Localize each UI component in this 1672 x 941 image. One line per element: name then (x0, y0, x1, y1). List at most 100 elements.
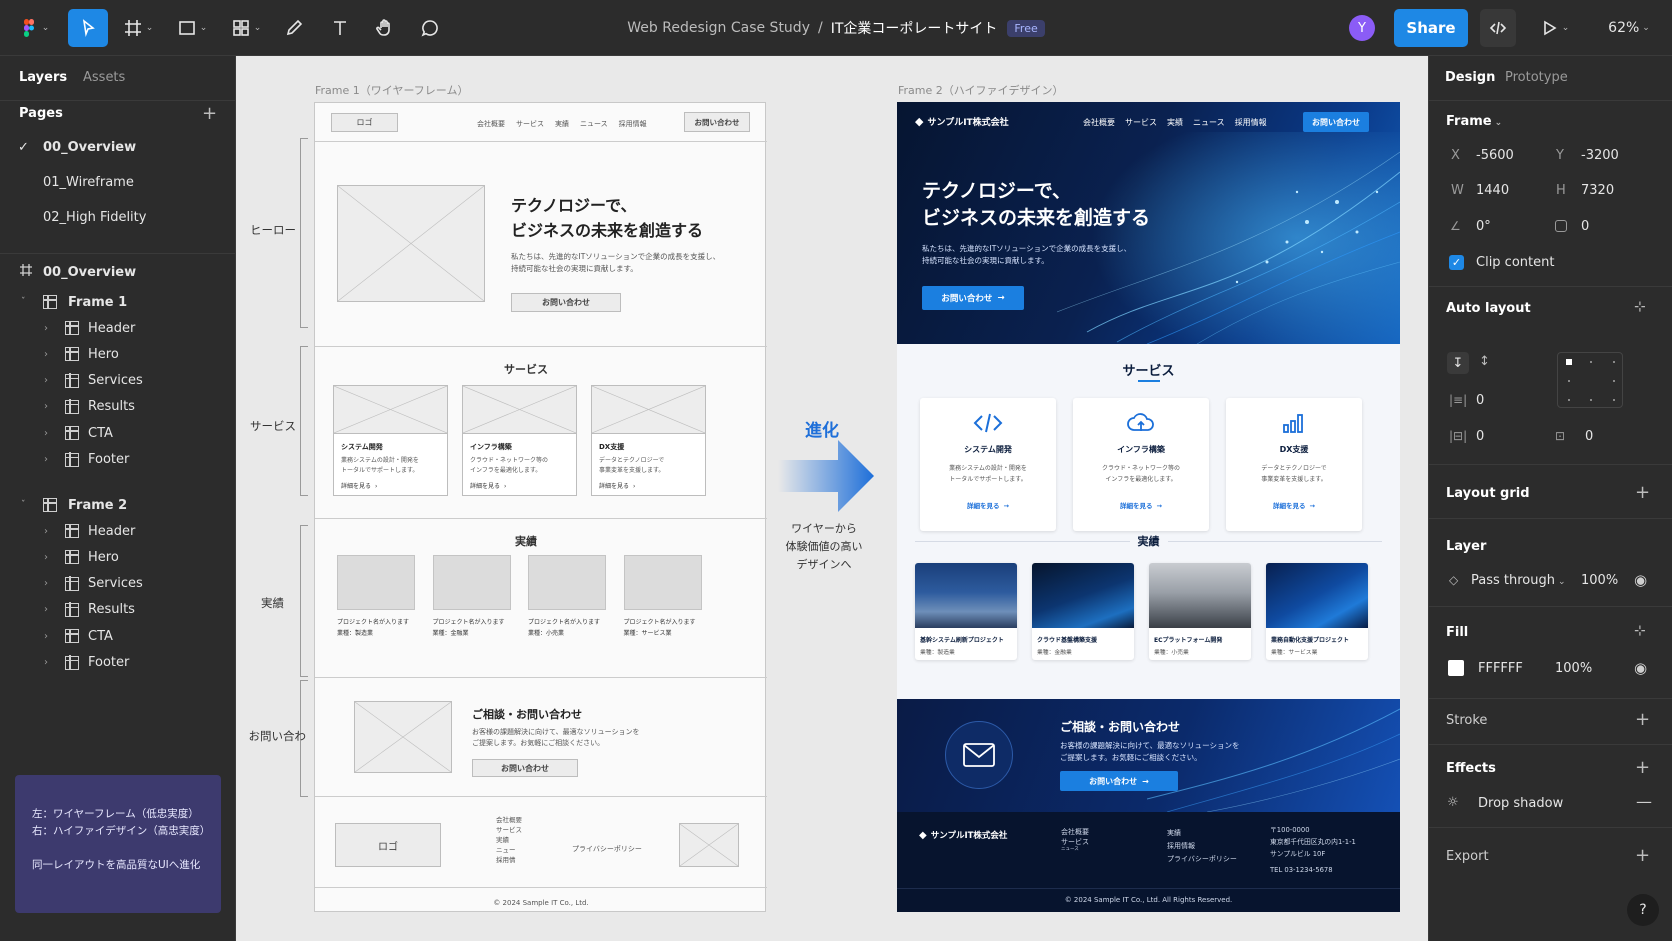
page-item-overview[interactable]: ✓ 00_Overview (0, 134, 236, 160)
padding-h-input[interactable]: 0 (1476, 429, 1484, 444)
hifi-result-card[interactable]: クラウド基盤構築支援 業種：金融業 (1032, 563, 1134, 660)
chevron-right-icon[interactable]: › (44, 349, 48, 360)
add-layout-grid-icon[interactable]: + (1635, 484, 1650, 502)
remove-effect-icon[interactable]: — (1636, 792, 1652, 811)
layer-item[interactable]: › Hero (0, 341, 236, 367)
wire-service-card[interactable]: インフラ構築 クラウド・ネットワーク等の インフラを最適化します。 詳細を見る › (462, 385, 577, 496)
hifi-cta-button[interactable]: お問い合わせ → (1060, 771, 1178, 791)
nav-link[interactable]: 実績 (1167, 117, 1183, 128)
text-tool-button[interactable] (324, 0, 356, 56)
chevron-right-icon[interactable]: › (44, 631, 48, 642)
radius-input[interactable]: 0 (1581, 219, 1589, 234)
layer-frame-2[interactable]: ˇ Frame 2 (0, 492, 236, 518)
layer-item[interactable]: › Services (0, 571, 236, 597)
layer-item[interactable]: › Footer (0, 447, 236, 473)
service-link[interactable]: 詳細を見る → (920, 500, 1056, 510)
nav-link[interactable]: 会社概要 (1083, 117, 1115, 128)
nav-link[interactable]: 実績 (555, 119, 569, 129)
blend-mode-dropdown[interactable]: Pass through ⌄ (1471, 573, 1566, 588)
footer-link[interactable]: サービス (496, 825, 522, 835)
rotation-input[interactable]: 0° (1476, 219, 1491, 234)
chevron-right-icon[interactable]: › (44, 323, 48, 334)
frame-tool-button[interactable]: ⌄ (118, 0, 158, 56)
footer-link[interactable]: 実績 (496, 835, 522, 845)
horizontal-direction-icon[interactable]: ↕ (1479, 354, 1490, 369)
hifi-hero-button[interactable]: お問い合わせ → (922, 286, 1024, 310)
nav-link[interactable]: 会社概要 (477, 119, 505, 129)
chevron-down-icon[interactable]: ˇ (21, 500, 26, 510)
chevron-right-icon[interactable]: › (44, 375, 48, 386)
nav-link[interactable]: サービス (516, 119, 544, 129)
layer-item[interactable]: › Services (0, 368, 236, 394)
chevron-right-icon[interactable]: › (44, 401, 48, 412)
eye-icon[interactable]: ◉ (1634, 659, 1647, 677)
chevron-right-icon[interactable]: › (44, 657, 48, 668)
padding-v-input[interactable]: 0 (1585, 429, 1593, 444)
add-export-icon[interactable]: + (1635, 847, 1650, 865)
frame-dropdown[interactable]: Frame ⌄ (1446, 114, 1502, 129)
zoom-control[interactable]: 62% ⌄ (1594, 0, 1664, 56)
chevron-right-icon[interactable]: › (44, 552, 48, 563)
layer-item[interactable]: › Results (0, 394, 236, 420)
add-stroke-icon[interactable]: + (1635, 711, 1650, 729)
layer-item[interactable]: › CTA (0, 623, 236, 649)
layer-frame-1[interactable]: ˇ Frame 1 (0, 289, 236, 315)
tab-layers[interactable]: Layers (19, 70, 67, 85)
hand-tool-button[interactable] (369, 0, 401, 56)
footer-link[interactable]: プライバシーポリシー (1167, 853, 1237, 866)
footer-link[interactable]: 会社概要 (496, 815, 522, 825)
hifi-result-card[interactable]: 業務自動化支援プロジェクト 業種：サービス業 (1266, 563, 1368, 660)
y-input[interactable]: -3200 (1581, 148, 1619, 163)
gap-input[interactable]: 0 (1476, 393, 1484, 408)
hifi-logo[interactable]: ◆ サンプルIT株式会社 (915, 115, 1009, 128)
layer-root-overview[interactable]: 00_Overview (0, 259, 236, 285)
auto-layout-settings-icon[interactable]: ⊹ (1634, 299, 1646, 315)
frame-1-label[interactable]: Frame 1（ワイヤーフレーム） (315, 82, 468, 98)
tab-prototype[interactable]: Prototype (1505, 70, 1568, 85)
hifi-result-card[interactable]: 基幹システム刷新プロジェクト 業種：製造業 (915, 563, 1017, 660)
layer-item[interactable]: › Results (0, 597, 236, 623)
canvas[interactable]: Frame 1（ワイヤーフレーム） Frame 2（ハイファイデザイン） ヒーロ… (236, 56, 1428, 941)
width-input[interactable]: 1440 (1476, 183, 1509, 198)
add-page-icon[interactable]: + (202, 105, 217, 123)
layer-item[interactable]: › Header (0, 518, 236, 544)
footer-link[interactable]: 採用情報 (1167, 840, 1237, 853)
present-button[interactable]: ⌄ (1536, 0, 1572, 56)
nav-link[interactable]: 採用情報 (1235, 117, 1267, 128)
wire-service-card[interactable]: システム開発 業務システムの設計・開発を トータルでサポートします。 詳細を見る › (333, 385, 448, 496)
move-tool-button[interactable] (68, 9, 108, 47)
footer-link[interactable]: 実績 (1167, 827, 1237, 840)
layer-item[interactable]: › Header (0, 315, 236, 341)
component-tool-button[interactable]: ⌄ (226, 0, 266, 56)
page-item-high-fidelity[interactable]: 02_High Fidelity (0, 204, 236, 230)
shape-tool-button[interactable]: ⌄ (172, 0, 212, 56)
hifi-service-card[interactable]: DX支援 データとテクノロジーで 事業変革を支援します。 詳細を見る → (1226, 398, 1362, 531)
eye-icon[interactable]: ◉ (1634, 571, 1647, 589)
height-input[interactable]: 7320 (1581, 183, 1614, 198)
clip-content-checkbox[interactable]: ✓ (1449, 255, 1464, 270)
drop-shadow-effect[interactable]: Drop shadow (1478, 796, 1563, 811)
hifi-result-card[interactable]: ECプラットフォーム開発 業種：小売業 (1149, 563, 1251, 660)
avatar[interactable]: Y (1349, 15, 1375, 41)
footer-privacy-link[interactable]: プライバシーポリシー (572, 844, 642, 854)
service-link[interactable]: 詳細を見る › (470, 481, 506, 490)
share-button[interactable]: Share (1394, 9, 1468, 47)
chevron-right-icon[interactable]: › (44, 604, 48, 615)
layer-opacity-input[interactable]: 100% (1581, 573, 1618, 588)
nav-link[interactable]: 採用情報 (619, 119, 647, 129)
chevron-right-icon[interactable]: › (44, 454, 48, 465)
comment-tool-button[interactable] (414, 0, 446, 56)
dev-mode-button[interactable] (1480, 9, 1516, 47)
file-name[interactable]: IT企業コーポレートサイト (831, 18, 998, 38)
footer-link[interactable]: ニュー (496, 845, 522, 855)
chevron-right-icon[interactable]: › (44, 526, 48, 537)
fill-hex-input[interactable]: FFFFFF (1478, 661, 1523, 676)
nav-link[interactable]: サービス (1125, 117, 1157, 128)
hifi-service-card[interactable]: システム開発 業務システムの設計・開発を トータルでサポートします。 詳細を見る → (920, 398, 1056, 531)
main-menu-button[interactable]: ⌄ (14, 0, 54, 56)
service-link[interactable]: 詳細を見る › (599, 481, 635, 490)
page-item-wireframe[interactable]: 01_Wireframe (0, 169, 236, 195)
service-link[interactable]: 詳細を見る → (1073, 500, 1209, 510)
layer-item[interactable]: › Footer (0, 650, 236, 676)
wire-cta-button[interactable]: お問い合わせ (472, 759, 578, 777)
